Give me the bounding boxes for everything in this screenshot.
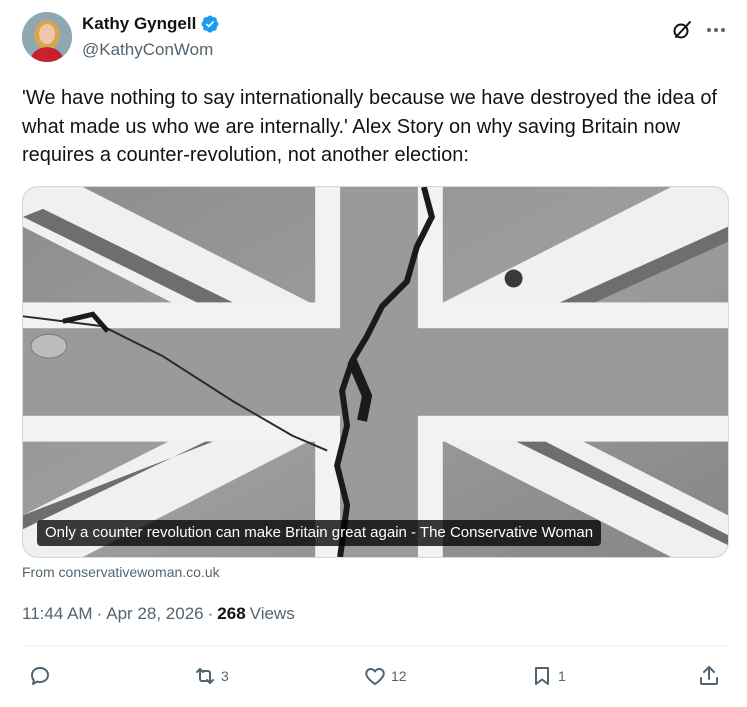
meta-separator: · <box>96 604 103 623</box>
tweet-date[interactable]: Apr 28, 2026 <box>106 604 203 624</box>
reply-icon <box>31 667 49 685</box>
like-count: 12 <box>391 668 407 684</box>
avatar[interactable] <box>22 12 72 62</box>
views-count: 268 <box>217 604 246 623</box>
tweet-time[interactable]: 11:44 AM <box>22 604 93 624</box>
bookmark-button[interactable]: 1 <box>530 664 566 688</box>
display-name[interactable]: Kathy Gyngell <box>82 14 196 34</box>
card-source-link[interactable]: From conservativewoman.co.uk <box>22 564 220 580</box>
author-name-row[interactable]: Kathy Gyngell <box>82 14 220 34</box>
reply-button[interactable] <box>28 664 56 688</box>
repost-icon <box>196 668 214 684</box>
grok-icon[interactable] <box>670 18 694 42</box>
tweet-text: 'We have nothing to say internationally … <box>22 87 718 166</box>
views-label: Views <box>249 604 295 623</box>
verified-badge-icon <box>200 14 220 34</box>
avatar-image <box>22 12 72 62</box>
repost-button[interactable]: 3 <box>193 664 229 688</box>
heart-icon <box>365 668 385 685</box>
share-button[interactable] <box>697 664 721 688</box>
like-button[interactable]: 12 <box>363 664 407 688</box>
more-icon[interactable] <box>703 18 729 42</box>
repost-count: 3 <box>221 668 229 684</box>
meta-separator: · <box>207 604 214 623</box>
bookmark-count: 1 <box>558 668 566 684</box>
author-handle[interactable]: @KathyConWom <box>82 40 213 60</box>
share-icon <box>700 666 718 685</box>
bookmark-icon <box>535 667 549 685</box>
link-card[interactable]: Only a counter revolution can make Brita… <box>22 186 729 558</box>
tweet-meta: 11:44 AM · Apr 28, 2026 · 268 Views <box>22 604 295 624</box>
divider <box>22 645 729 646</box>
card-caption: Only a counter revolution can make Brita… <box>37 520 602 546</box>
union-flag-cracked-wall-image <box>23 187 728 557</box>
